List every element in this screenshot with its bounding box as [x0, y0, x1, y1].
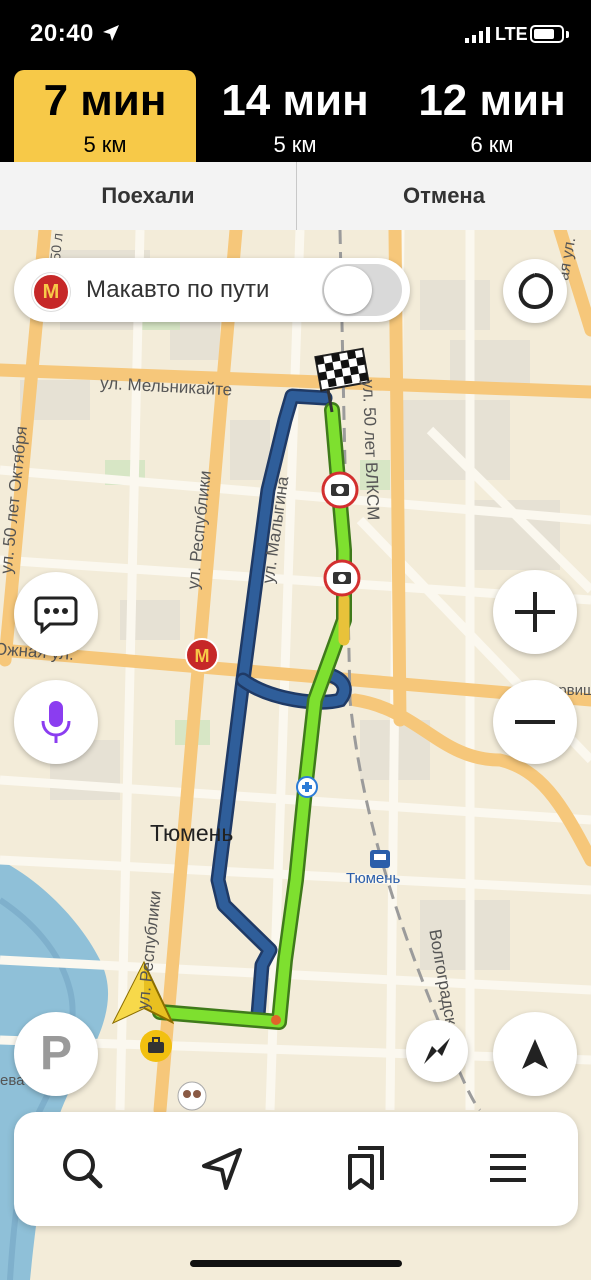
route-actions: Поехали Отмена: [0, 162, 591, 231]
mcdrive-label: Макавто по пути: [86, 276, 270, 303]
route-option-3[interactable]: 12 мин 6 км: [396, 70, 588, 162]
toggle-knob: [324, 266, 372, 314]
status-time: 20:40: [30, 20, 94, 47]
train-station-icon: [370, 850, 390, 868]
my-location-button[interactable]: [493, 1012, 577, 1096]
route-time: 14 мин: [221, 76, 369, 125]
route-distance: 5 км: [273, 132, 317, 157]
briefcase-icon: [140, 1030, 172, 1062]
bookmarks-tab[interactable]: [338, 1140, 394, 1196]
chat-button[interactable]: [14, 572, 98, 656]
svg-text:M: M: [195, 646, 210, 666]
route-option-1[interactable]: 7 мин 5 км: [14, 70, 196, 162]
search-tab[interactable]: [54, 1140, 110, 1196]
search-icon: [63, 1149, 103, 1189]
speed-camera-icon: [321, 471, 359, 509]
bottom-nav: [14, 1112, 578, 1226]
bookmarks-icon: [348, 1146, 384, 1190]
route-distance: 5 км: [83, 132, 127, 157]
theatre-icon: [177, 1081, 207, 1111]
chat-bubble-icon: [34, 596, 78, 634]
compass-icon: [424, 1038, 450, 1064]
status-bar: 20:40 LTE: [0, 0, 591, 70]
minus-icon: [515, 720, 555, 724]
navigation-icon: [202, 1148, 242, 1190]
city-label: Тюмень: [150, 820, 234, 846]
compass-button[interactable]: [406, 1020, 468, 1082]
mcdrive-toggle[interactable]: [322, 264, 402, 316]
battery-icon: [530, 25, 564, 43]
mcdonalds-poi-icon: M: [185, 638, 219, 672]
alice-icon: [518, 273, 554, 310]
home-indicator: [190, 1260, 402, 1267]
route-time: 12 мин: [418, 76, 566, 125]
hospital-icon: [296, 776, 318, 798]
voice-button[interactable]: [14, 680, 98, 764]
parking-icon: P: [39, 1027, 72, 1080]
speed-camera-icon: [323, 559, 361, 597]
menu-icon: [490, 1154, 526, 1182]
navigator-tab[interactable]: [194, 1140, 250, 1196]
plus-icon: [515, 592, 555, 632]
microphone-icon: [41, 701, 71, 743]
route-options: 7 мин 5 км 14 мин 5 км 12 мин 6 км: [0, 70, 591, 162]
station-label: Тюмень: [346, 870, 401, 887]
mcdonalds-icon: M: [32, 273, 70, 311]
network-type: LTE: [495, 24, 528, 44]
route-time: 7 мин: [43, 76, 167, 125]
alice-button[interactable]: [503, 259, 567, 323]
location-arrow-icon: [103, 25, 119, 41]
cancel-button[interactable]: Отмена: [297, 162, 591, 230]
zoom-in-button[interactable]: [493, 570, 577, 654]
menu-tab[interactable]: [480, 1140, 536, 1196]
zoom-out-button[interactable]: [493, 680, 577, 764]
go-button[interactable]: Поехали: [0, 162, 296, 230]
parking-button[interactable]: P: [14, 1012, 98, 1096]
navigation-arrow-icon: [522, 1039, 548, 1069]
route-distance: 6 км: [470, 132, 514, 157]
signal-icon: [465, 27, 490, 43]
route-option-2[interactable]: 14 мин 5 км: [200, 70, 390, 162]
